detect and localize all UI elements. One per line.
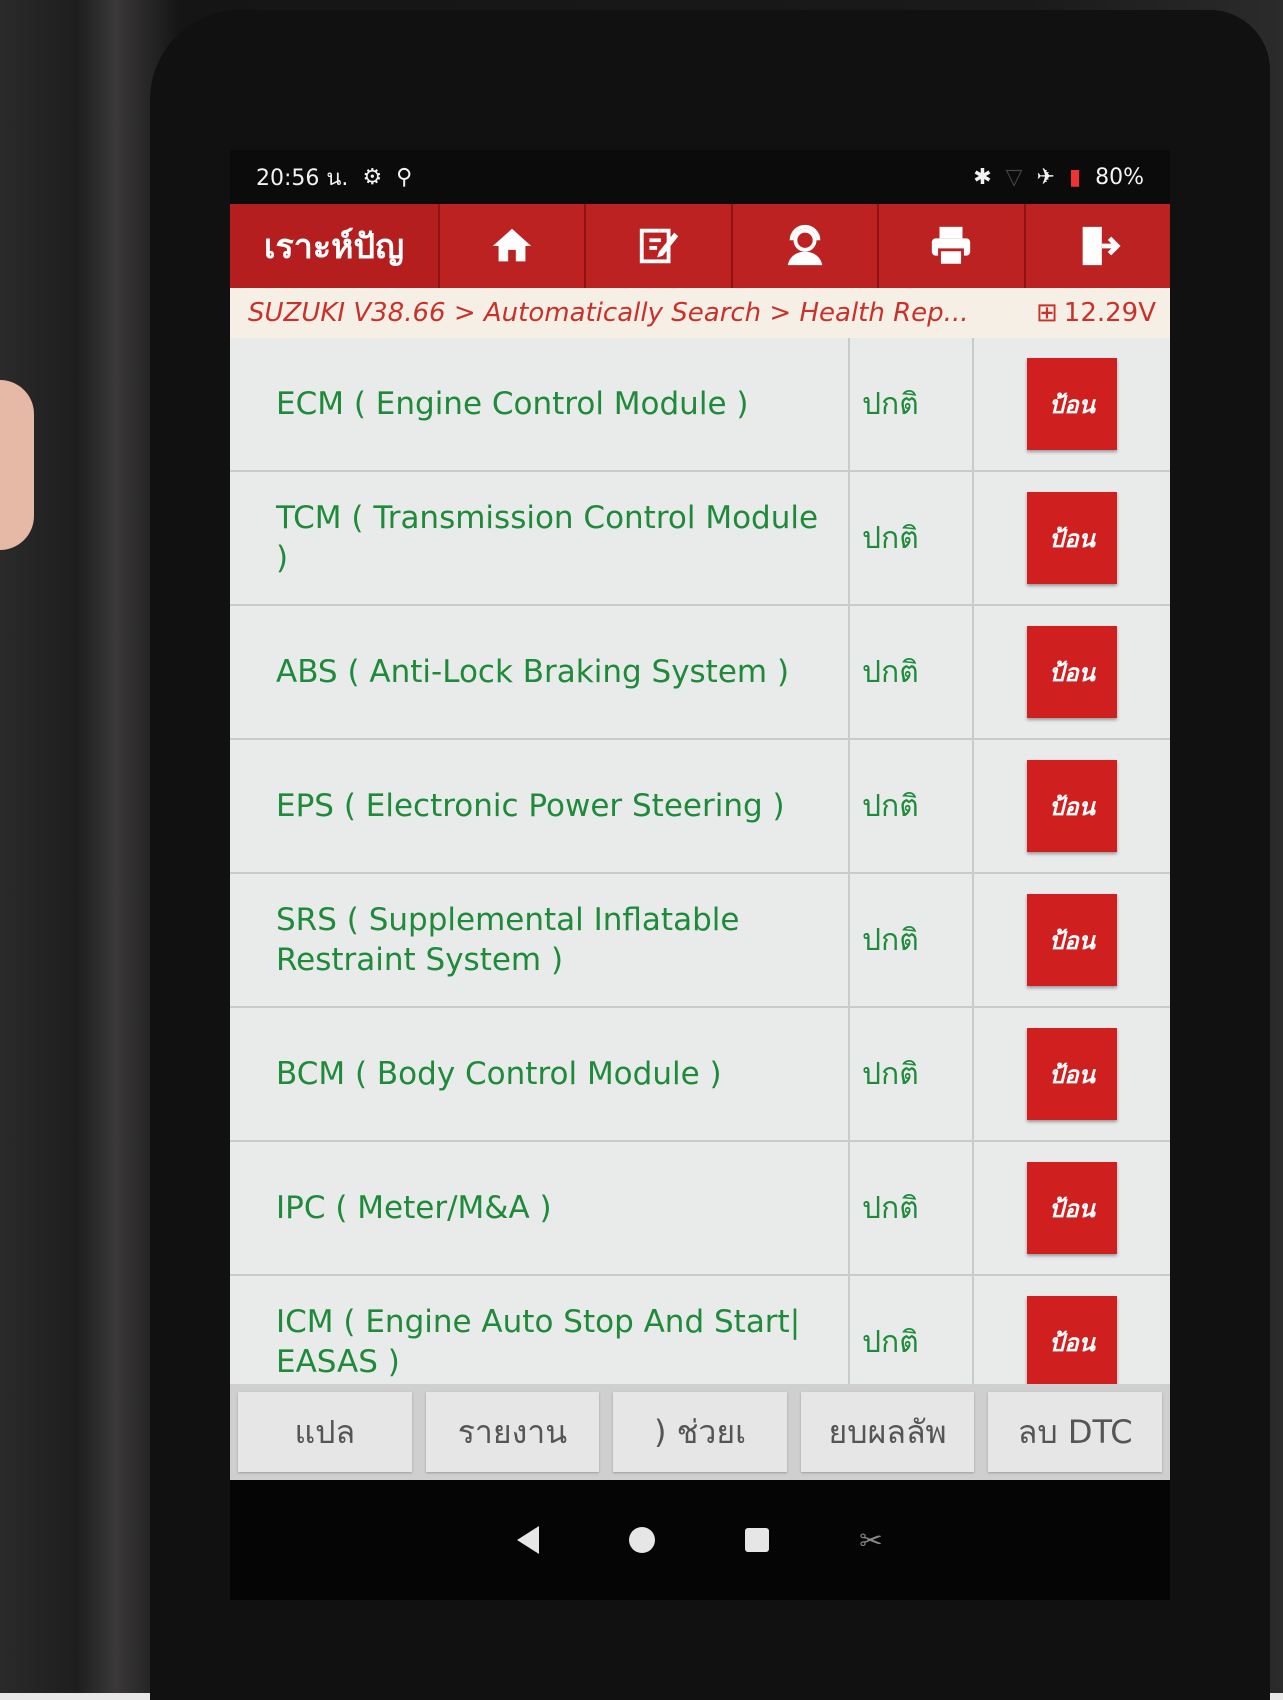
translate-button[interactable]: แปล bbox=[238, 1392, 412, 1472]
module-row: TCM ( Transmission Control Module ) ปกติ… bbox=[230, 472, 1170, 606]
report-button[interactable]: รายงาน bbox=[425, 1392, 600, 1472]
module-status: ปกติ bbox=[850, 1142, 974, 1274]
enter-button[interactable]: ป้อน bbox=[1027, 760, 1117, 852]
wifi-icon: ▽ bbox=[1005, 164, 1023, 190]
module-row: EPS ( Electronic Power Steering ) ปกติ ป… bbox=[230, 740, 1170, 874]
system-nav-bar: ✂ bbox=[230, 1480, 1170, 1600]
app-toolbar: เราะห์ปัญ bbox=[230, 204, 1170, 288]
module-name: ABS ( Anti-Lock Braking System ) bbox=[230, 606, 850, 738]
module-status: ปกติ bbox=[850, 606, 974, 738]
enter-button[interactable]: ป้อน bbox=[1027, 626, 1117, 718]
home-circle-icon[interactable] bbox=[629, 1527, 656, 1553]
exit-icon bbox=[1082, 226, 1121, 266]
home-button[interactable] bbox=[440, 204, 587, 288]
enter-button[interactable]: ป้อน bbox=[1027, 358, 1117, 450]
breadcrumb-path: SUZUKI V38.66 > Automatically Search > H… bbox=[248, 298, 969, 328]
module-status: ปกติ bbox=[850, 338, 974, 470]
breadcrumb: SUZUKI V38.66 > Automatically Search > H… bbox=[230, 288, 1170, 338]
finger bbox=[0, 380, 34, 550]
module-list[interactable]: ECM ( Engine Control Module ) ปกติ ป้อน … bbox=[230, 338, 1170, 1384]
back-icon[interactable] bbox=[517, 1526, 540, 1554]
battery-percent: 80% bbox=[1095, 164, 1144, 190]
enter-button[interactable]: ป้อน bbox=[1027, 492, 1117, 584]
battery-icon: ▮ bbox=[1068, 164, 1082, 190]
module-row: SRS ( Supplemental Inflatable Restraint … bbox=[230, 874, 1170, 1008]
module-status: ปกติ bbox=[850, 874, 974, 1006]
print-button[interactable] bbox=[879, 204, 1026, 288]
enter-button[interactable]: ป้อน bbox=[1027, 894, 1117, 986]
module-row: ICM ( Engine Auto Stop And Start| EASAS … bbox=[230, 1276, 1170, 1384]
app-brand: เราะห์ปัญ bbox=[230, 204, 440, 288]
battery-voltage-icon: ⊞ bbox=[1035, 298, 1058, 328]
module-name: BCM ( Body Control Module ) bbox=[230, 1008, 850, 1140]
airplane-icon: ✈ bbox=[1036, 164, 1055, 190]
module-row: IPC ( Meter/M&A ) ปกติ ป้อน bbox=[230, 1142, 1170, 1276]
edit-button[interactable] bbox=[586, 204, 733, 288]
enter-button[interactable]: ป้อน bbox=[1027, 1028, 1117, 1120]
module-status: ปกติ bbox=[850, 740, 974, 872]
compare-results-button[interactable]: ยบผลลัพ bbox=[800, 1392, 975, 1472]
module-name: EPS ( Electronic Power Steering ) bbox=[230, 740, 850, 872]
module-status: ปกติ bbox=[850, 1276, 974, 1384]
screenshot-icon[interactable]: ✂ bbox=[859, 1524, 882, 1557]
module-name: SRS ( Supplemental Inflatable Restraint … bbox=[230, 874, 850, 1006]
bluetooth-icon: ✱ bbox=[973, 164, 992, 190]
tablet-device: 20:56 น. ⚙ ⚲ ✱ ▽ ✈ ▮ 80% เราะห์ปัญ SUZUK… bbox=[0, 0, 1283, 1700]
edit-icon bbox=[639, 228, 678, 264]
module-row: BCM ( Body Control Module ) ปกติ ป้อน bbox=[230, 1008, 1170, 1142]
clear-dtc-button[interactable]: ลบ DTC bbox=[988, 1392, 1162, 1472]
tablet-screen: 20:56 น. ⚙ ⚲ ✱ ▽ ✈ ▮ 80% เราะห์ปัญ SUZUK… bbox=[230, 150, 1170, 1600]
module-name: ECM ( Engine Control Module ) bbox=[230, 338, 850, 470]
enter-button[interactable]: ป้อน bbox=[1027, 1162, 1117, 1254]
usb-icon: ⚲ bbox=[396, 164, 413, 190]
action-bar: แปล รายงาน ) ช่วยเ ยบผลลัพ ลบ DTC bbox=[230, 1384, 1170, 1480]
support-button[interactable] bbox=[732, 204, 880, 288]
enter-button[interactable]: ป้อน bbox=[1027, 1296, 1117, 1384]
voltage-readout: ⊞ 12.29V bbox=[1036, 298, 1156, 328]
module-row: ABS ( Anti-Lock Braking System ) ปกติ ป้… bbox=[230, 606, 1170, 740]
voltage-value: 12.29V bbox=[1063, 298, 1156, 328]
module-row: ECM ( Engine Control Module ) ปกติ ป้อน bbox=[230, 338, 1170, 472]
help-button[interactable]: ) ช่วยเ bbox=[613, 1392, 787, 1472]
settings-status-icon: ⚙ bbox=[362, 164, 383, 190]
module-name: IPC ( Meter/M&A ) bbox=[230, 1142, 850, 1274]
module-status: ปกติ bbox=[850, 472, 974, 604]
module-status: ปกติ bbox=[850, 1008, 974, 1140]
clock: 20:56 น. bbox=[256, 165, 349, 191]
home-icon bbox=[493, 228, 532, 262]
android-status-bar: 20:56 น. ⚙ ⚲ ✱ ▽ ✈ ▮ 80% bbox=[230, 150, 1170, 204]
module-name: ICM ( Engine Auto Stop And Start| EASAS … bbox=[230, 1276, 850, 1384]
module-name: TCM ( Transmission Control Module ) bbox=[230, 472, 850, 604]
print-icon bbox=[932, 226, 971, 267]
user-support-icon bbox=[787, 224, 823, 266]
exit-button[interactable] bbox=[1025, 204, 1170, 288]
recents-icon[interactable] bbox=[745, 1528, 770, 1552]
